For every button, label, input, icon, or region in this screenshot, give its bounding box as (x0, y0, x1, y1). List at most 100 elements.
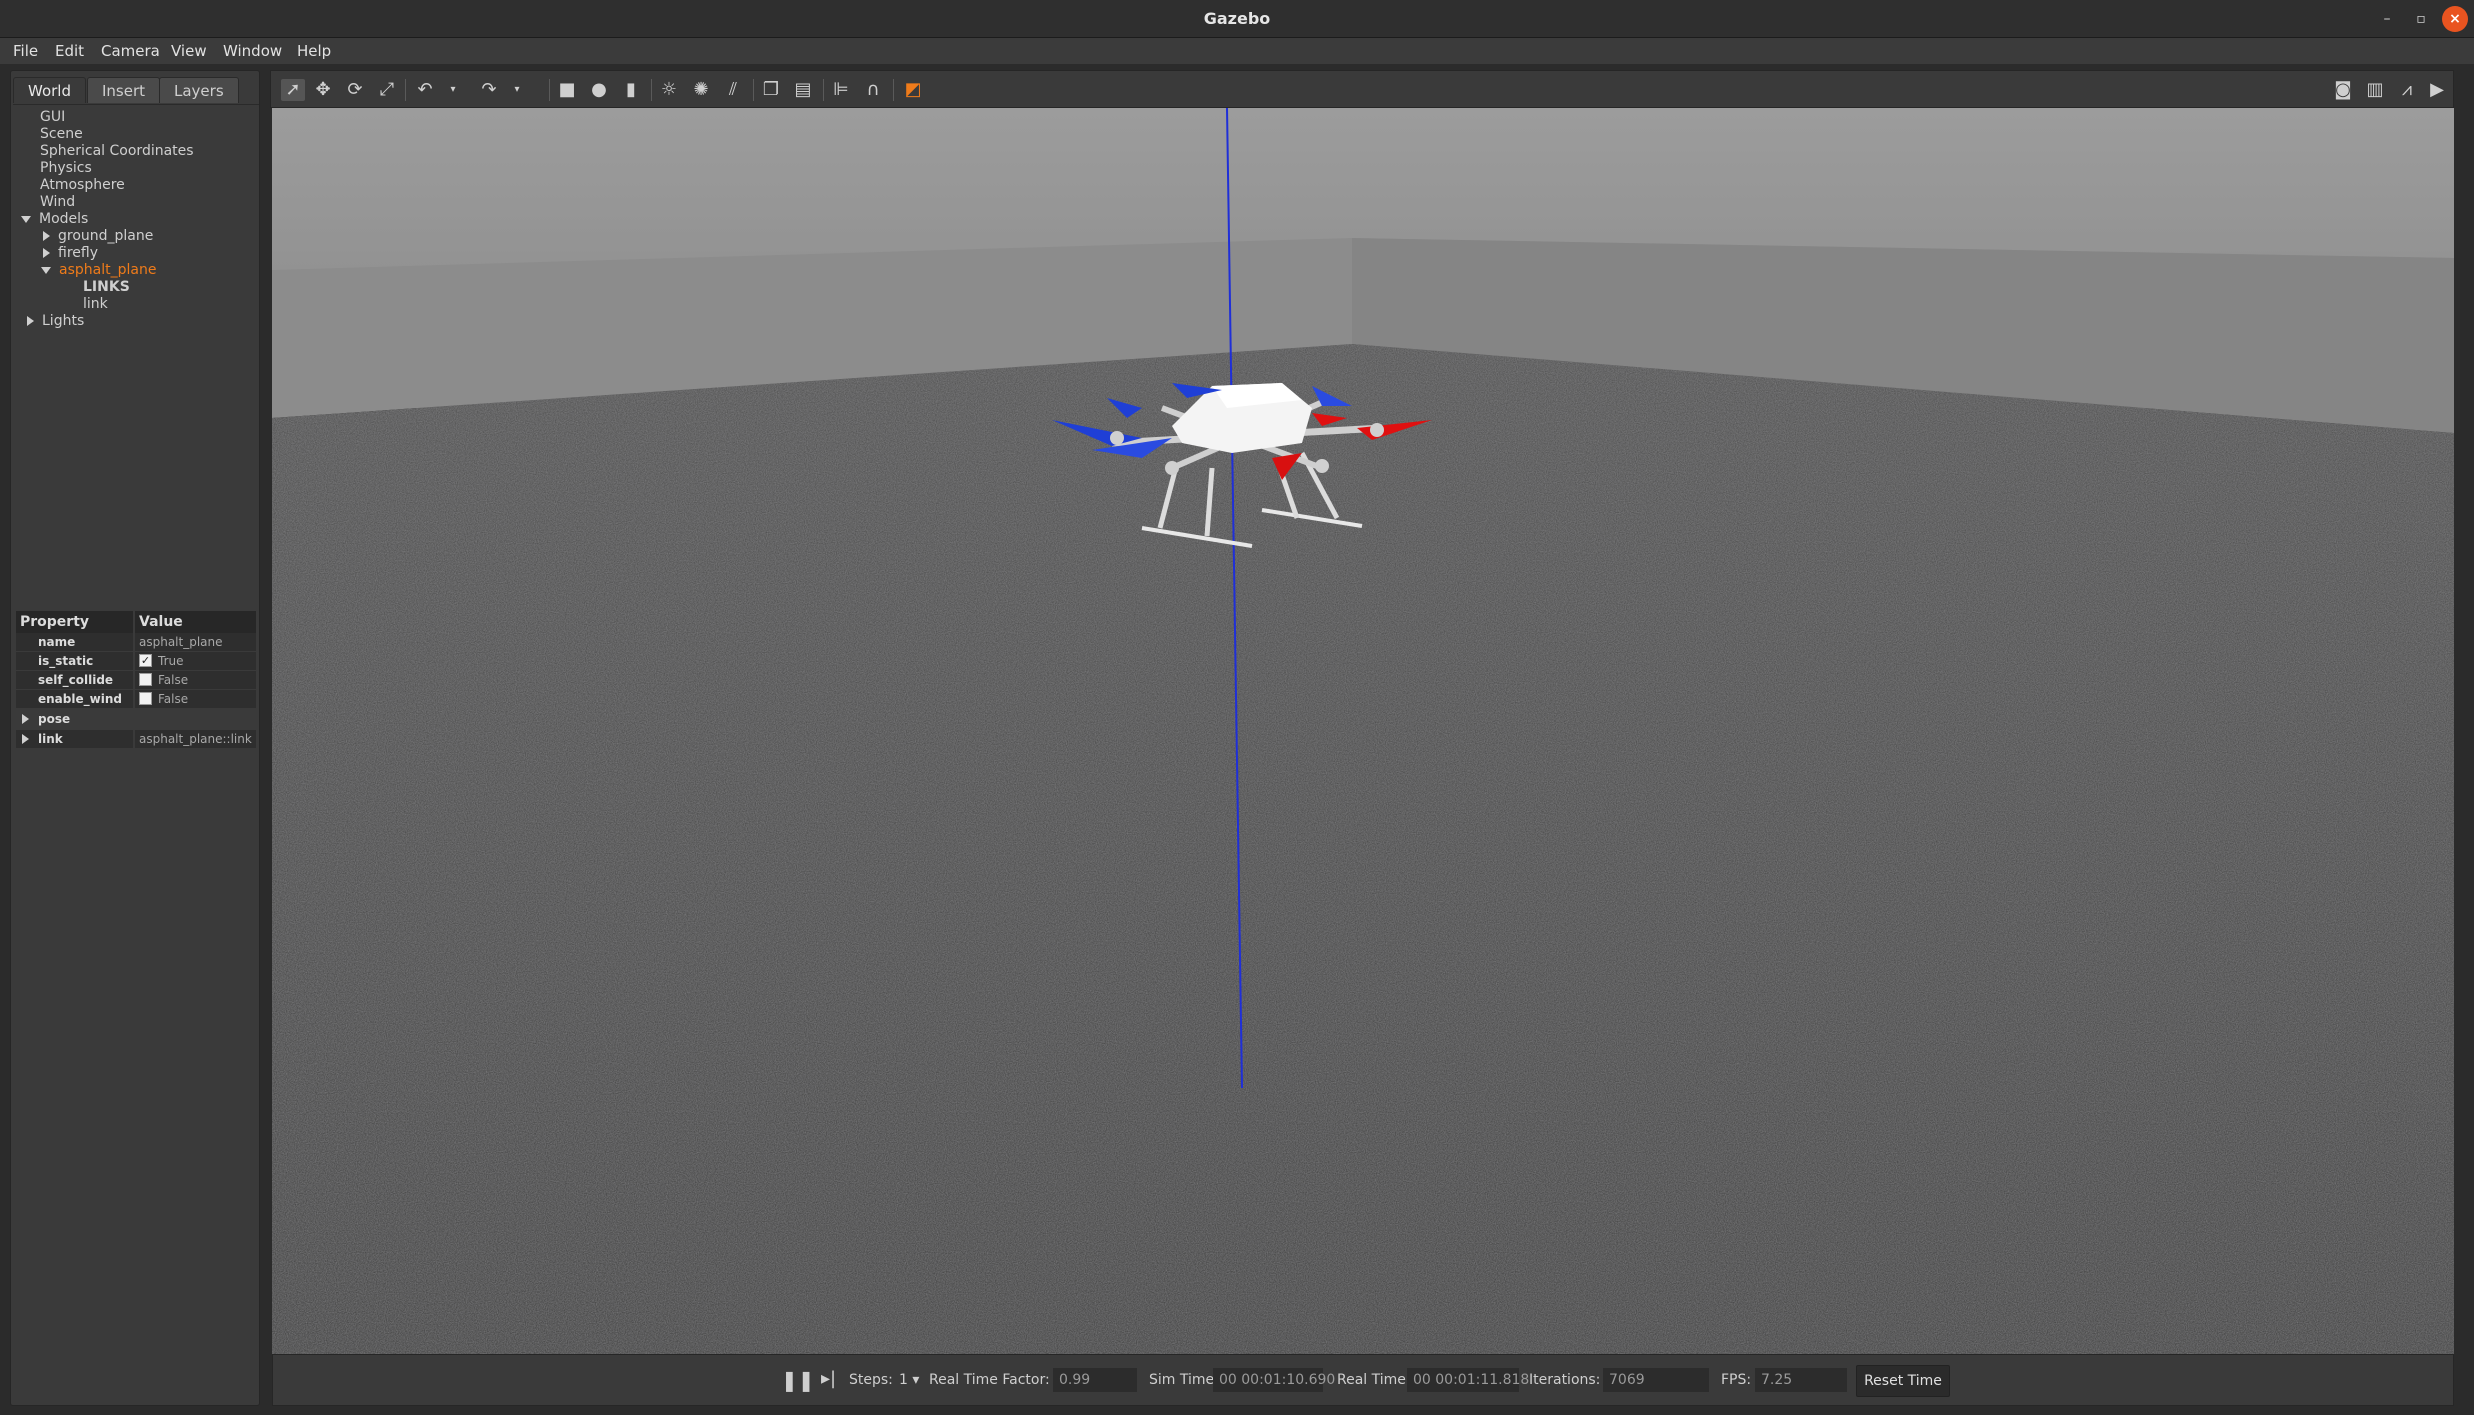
tab-layers[interactable]: Layers (159, 77, 239, 103)
self-collide-text: False (158, 673, 189, 687)
tree-item-gui[interactable]: GUI (40, 109, 65, 125)
screenshot-icon[interactable]: ◙ (2331, 79, 2355, 101)
log-icon[interactable]: ▥ (2363, 79, 2387, 101)
redo-icon[interactable]: ↷ (477, 79, 501, 101)
property-header-name: Property (16, 611, 133, 633)
undo-icon[interactable]: ↶ (413, 79, 437, 101)
box-icon[interactable]: ■ (555, 79, 579, 101)
copy-icon[interactable]: ❐ (759, 79, 783, 101)
collapse-arrow-icon[interactable] (27, 316, 34, 326)
undo-dropdown-icon[interactable]: ▾ (441, 79, 465, 101)
property-link-value: asphalt_plane::link (135, 730, 256, 748)
toolbar-separator (549, 79, 550, 101)
step-icon[interactable]: ▸| (821, 1368, 836, 1389)
tree-item-scene[interactable]: Scene (40, 126, 83, 142)
tree-item-ground-plane[interactable]: ground_plane (43, 228, 153, 244)
scene-render[interactable] (272, 108, 2454, 1354)
tree-item-asphalt-plane[interactable]: asphalt_plane (41, 262, 156, 278)
property-name-label: name (16, 633, 133, 651)
close-button[interactable]: × (2442, 6, 2468, 32)
motor (1165, 461, 1179, 475)
asphalt-texture (272, 344, 2454, 1354)
expand-pose-icon[interactable] (22, 714, 29, 724)
chevron-down-icon[interactable]: ▾ (912, 1372, 919, 1388)
checkbox-unchecked-icon[interactable] (139, 673, 152, 686)
fps-field: 7.25 (1755, 1368, 1847, 1392)
sphere-icon[interactable]: ● (587, 79, 611, 101)
tab-insert[interactable]: Insert (87, 77, 161, 103)
menu-help[interactable]: Help (297, 42, 331, 60)
maximize-button[interactable]: ▫ (2408, 6, 2434, 32)
align-icon[interactable]: ⊫ (829, 79, 853, 101)
property-row-pose[interactable]: pose (16, 710, 256, 728)
video-icon[interactable]: ▶ (2425, 79, 2449, 101)
expand-arrow-icon[interactable] (41, 266, 51, 274)
status-bar: ❚❚ ▸| Steps: 1 ▾ Real Time Factor: 0.99 … (272, 1354, 2454, 1406)
translate-icon[interactable]: ✥ (311, 79, 335, 101)
tree-label-ground-plane: ground_plane (58, 228, 154, 244)
tree-item-models[interactable]: Models (21, 211, 88, 227)
collapse-arrow-icon[interactable] (43, 231, 50, 241)
property-link-label: link (16, 730, 133, 748)
tree-item-atmosphere[interactable]: Atmosphere (40, 177, 125, 193)
tree-item-wind[interactable]: Wind (40, 194, 75, 210)
steps-number: 1 (899, 1372, 908, 1388)
menu-view[interactable]: View (171, 42, 207, 60)
fps-label: FPS: (1721, 1372, 1752, 1388)
tree-item-spherical-coordinates[interactable]: Spherical Coordinates (40, 143, 194, 159)
steps-label: Steps: (849, 1372, 893, 1388)
steps-value[interactable]: 1 ▾ (899, 1372, 919, 1388)
expand-link-icon[interactable] (22, 734, 29, 744)
paste-icon[interactable]: ▤ (791, 79, 815, 101)
cylinder-icon[interactable]: ▮ (619, 79, 643, 101)
view-angle-icon[interactable]: ◩ (901, 79, 925, 101)
scale-icon[interactable]: ⤢ (375, 79, 399, 101)
property-row-name[interactable]: name asphalt_plane (16, 633, 256, 651)
menu-file[interactable]: File (13, 42, 38, 60)
rtf-field: 0.99 (1053, 1368, 1137, 1392)
iterations-field: 7069 (1603, 1368, 1709, 1392)
tree-item-physics[interactable]: Physics (40, 160, 92, 176)
property-is-static-value[interactable]: ✓ True (135, 652, 256, 670)
rotate-icon[interactable]: ⟳ (343, 79, 367, 101)
property-is-static-label: is_static (16, 652, 133, 670)
property-row-link[interactable]: link asphalt_plane::link (16, 730, 256, 748)
point-light-icon[interactable]: ☼ (657, 79, 681, 101)
tab-world[interactable]: World (13, 77, 86, 103)
scene-viewport[interactable] (272, 108, 2454, 1354)
pause-icon[interactable]: ❚❚ (781, 1368, 815, 1392)
collapse-arrow-icon[interactable] (43, 248, 50, 258)
property-row-enable-wind[interactable]: enable_wind False (16, 690, 256, 708)
select-icon[interactable]: ➚ (281, 79, 305, 101)
toolbar-separator (893, 79, 894, 101)
menu-camera[interactable]: Camera (101, 42, 160, 60)
plot-icon[interactable]: ⩘ (2395, 79, 2419, 101)
sim-time-label: Sim Time: (1149, 1372, 1219, 1388)
snap-icon[interactable]: ∩ (861, 79, 885, 101)
tree-item-firefly[interactable]: firefly (43, 245, 98, 261)
toolbar-separator (651, 79, 652, 101)
menu-edit[interactable]: Edit (55, 42, 84, 60)
property-self-collide-value[interactable]: False (135, 671, 256, 689)
title-bar: Gazebo – ▫ × (0, 0, 2474, 38)
spot-light-icon[interactable]: ✺ (689, 79, 713, 101)
checkbox-unchecked-icon[interactable] (139, 692, 152, 705)
motor (1315, 459, 1329, 473)
tree-item-link[interactable]: link (83, 296, 108, 312)
panel-tabs: World Insert Layers (11, 73, 261, 103)
property-row-self-collide[interactable]: self_collide False (16, 671, 256, 689)
tree-item-lights[interactable]: Lights (27, 313, 84, 329)
property-name-value[interactable]: asphalt_plane (135, 633, 256, 651)
redo-dropdown-icon[interactable]: ▾ (505, 79, 529, 101)
checkbox-checked-icon[interactable]: ✓ (139, 654, 152, 667)
property-enable-wind-value[interactable]: False (135, 690, 256, 708)
world-tree: GUI Scene Spherical Coordinates Physics … (13, 104, 259, 574)
property-row-is-static[interactable]: is_static ✓ True (16, 652, 256, 670)
reset-time-button[interactable]: Reset Time (1856, 1365, 1950, 1397)
menu-window[interactable]: Window (223, 42, 282, 60)
directional-light-icon[interactable]: ⫽ (721, 79, 745, 101)
toolbar-separator (405, 79, 406, 101)
tree-label-lights: Lights (42, 313, 85, 329)
expand-arrow-icon[interactable] (21, 215, 31, 223)
minimize-button[interactable]: – (2374, 6, 2400, 32)
